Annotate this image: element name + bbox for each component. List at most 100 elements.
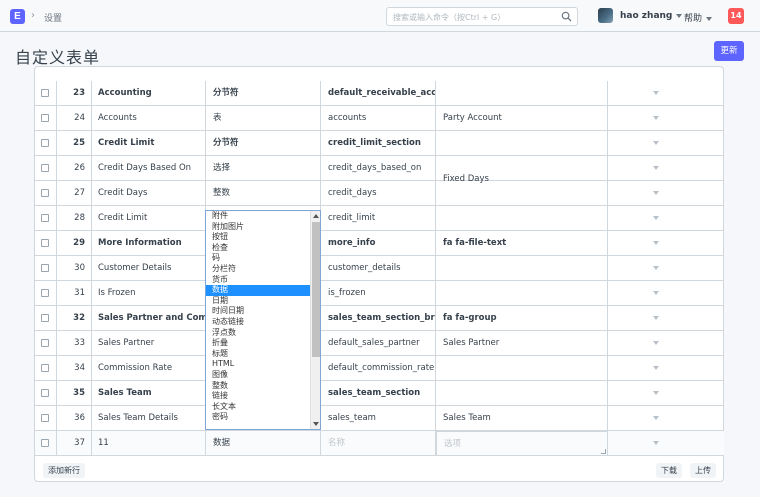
row-actions[interactable] [608,156,724,181]
field-name[interactable]: more_info [321,231,436,256]
chevron-down-icon[interactable] [653,391,659,395]
field-name[interactable]: customer_details [321,256,436,281]
row-select-cell[interactable] [35,231,57,256]
row-checkbox[interactable] [41,164,49,172]
field-label[interactable]: Credit Days Based On [92,156,206,181]
table-row[interactable]: 36 Sales Team Details sales_team Sales Team [35,406,724,431]
field-label[interactable]: Sales Partner and Commis... [92,306,206,331]
field-name[interactable]: is_frozen [321,281,436,306]
fieldtype-option[interactable]: 数据 [206,285,320,296]
row-actions[interactable] [608,406,724,431]
table-row[interactable]: 32Sales Partner and Commis... sales_team_… [35,306,724,331]
table-row[interactable]: 35 Sales Team sales_team_section [35,381,724,406]
listbox-scrollbar[interactable] [310,211,320,429]
table-row[interactable]: 30 Customer Details customer_details [35,256,724,281]
fieldtype-option[interactable]: 浮点数 [206,328,320,339]
field-options[interactable] [436,356,608,381]
row-select-cell[interactable] [35,331,57,356]
field-label[interactable]: 11 [92,431,206,456]
row-select-cell[interactable] [35,381,57,406]
row-checkbox[interactable] [41,339,49,347]
field-type-select[interactable]: 数据 [206,431,321,456]
row-actions[interactable] [608,281,724,306]
row-actions[interactable] [608,381,724,406]
table-row[interactable]: 25 Credit Limit 分节符 credit_limit_section [35,131,724,156]
new-table-row[interactable]: 37 11 数据 名称 选项 [35,431,724,456]
table-row[interactable]: 23Accounting分节符default_receivable_accoun… [35,81,724,106]
row-select-cell[interactable] [35,306,57,331]
row-actions[interactable] [608,106,724,131]
chevron-down-icon[interactable] [653,141,659,145]
fieldtype-option[interactable]: 按钮 [206,232,320,243]
fieldtype-option[interactable]: 日期 [206,296,320,307]
field-options[interactable]: fa fa-file-text [436,231,608,256]
field-name[interactable]: default_receivable_accounts [321,81,436,106]
search-input[interactable]: 搜索或输入命令（按Ctrl + G） [386,7,578,26]
row-actions[interactable] [608,181,724,206]
field-options[interactable]: Sales Partner [436,331,608,356]
field-options[interactable] [436,281,608,306]
table-row[interactable]: 26 Credit Days Based On 选择 credit_days_base… [35,156,724,181]
table-row[interactable]: 24 Accounts 表 accounts Party Account [35,106,724,131]
fieldtype-option[interactable]: 长文本 [206,402,320,413]
field-name[interactable]: sales_team_section_break [321,306,436,331]
row-actions[interactable] [608,431,724,456]
search-icon[interactable] [561,11,572,22]
row-checkbox[interactable] [41,89,49,97]
row-select-cell[interactable] [35,181,57,206]
field-label[interactable]: Sales Team [92,381,206,406]
field-label[interactable]: Credit Days [92,181,206,206]
row-checkbox[interactable] [41,289,49,297]
field-label[interactable]: Sales Team Details [92,406,206,431]
field-options[interactable] [436,131,608,156]
fieldtype-option[interactable]: 时间日期 [206,306,320,317]
chevron-down-icon[interactable] [653,291,659,295]
app-logo[interactable]: E [10,9,25,24]
fieldtype-option[interactable]: 附件 [206,211,320,222]
fieldtype-option[interactable]: 图像 [206,370,320,381]
field-label[interactable]: More Information [92,231,206,256]
field-type[interactable]: 分节符 [206,131,321,156]
chevron-down-icon[interactable] [653,241,659,245]
fieldtype-option[interactable]: 货币 [206,275,320,286]
chevron-down-icon[interactable] [653,116,659,120]
field-label[interactable]: Sales Partner [92,331,206,356]
fieldtype-option[interactable]: 附加图片 [206,222,320,233]
row-select-cell[interactable] [35,156,57,181]
row-checkbox[interactable] [41,139,49,147]
row-actions[interactable] [608,356,724,381]
row-select-cell[interactable] [35,206,57,231]
field-options[interactable] [436,81,608,106]
field-name[interactable]: credit_days [321,181,436,206]
user-menu[interactable]: hao zhang [620,11,683,21]
row-select-cell[interactable] [35,356,57,381]
field-options-textarea[interactable]: 选项 [436,431,608,456]
chevron-down-icon[interactable] [653,91,659,95]
field-label[interactable]: Is Frozen [92,281,206,306]
row-select-cell[interactable] [35,256,57,281]
add-row-button[interactable]: 添加新行 [43,463,85,478]
field-options[interactable]: Sales Team [436,406,608,431]
row-select-cell[interactable] [35,406,57,431]
field-name-input[interactable]: 名称 [321,431,436,456]
field-options[interactable]: Party Account [436,106,608,131]
fieldtype-option[interactable]: 码 [206,253,320,264]
help-menu[interactable]: 帮助 [684,11,713,24]
breadcrumb-settings[interactable]: 设置 [44,11,62,24]
field-name[interactable]: credit_limit [321,206,436,231]
resize-grip-icon[interactable] [601,449,606,454]
row-select-cell[interactable] [35,131,57,156]
table-row[interactable]: 28 Credit Limit credit_limit [35,206,724,231]
chevron-down-icon[interactable] [653,166,659,170]
row-checkbox[interactable] [41,364,49,372]
upload-button[interactable]: 上传 [690,463,716,478]
field-type[interactable]: 选择 [206,156,321,181]
fieldtype-listbox[interactable]: 附件 附加图片 按钮 检查码分栏符 货币 数据 日期 时间日期 动态链接 浮点数 折叠 标题 HTML 图… [205,210,321,430]
chevron-down-icon[interactable] [653,366,659,370]
field-type[interactable]: 表 [206,106,321,131]
field-name[interactable]: credit_limit_section [321,131,436,156]
row-checkbox[interactable] [41,239,49,247]
field-label[interactable]: Credit Limit [92,206,206,231]
table-row[interactable]: 31 Is Frozen is_frozen [35,281,724,306]
field-options[interactable] [436,256,608,281]
